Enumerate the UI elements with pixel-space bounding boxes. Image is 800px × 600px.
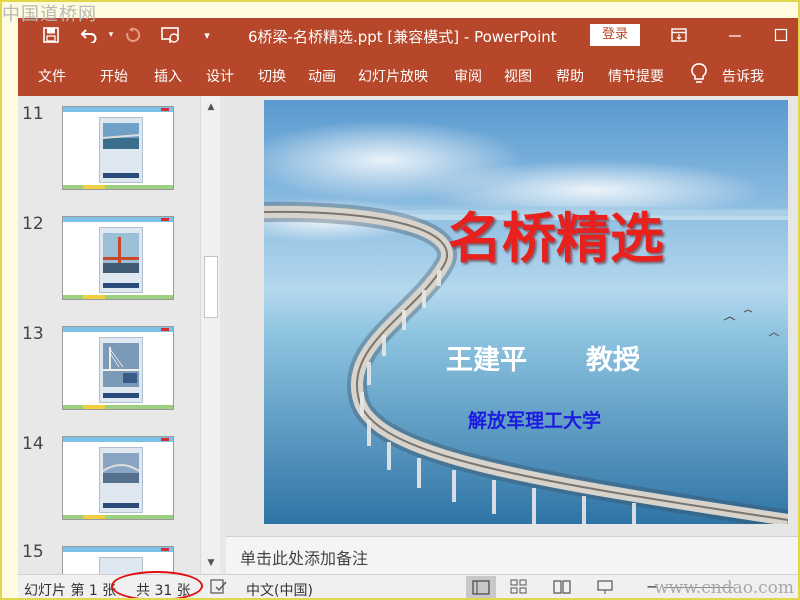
slide-school-name[interactable]: 解放军理工大学 [468,406,601,433]
slide-thumbnail-pane: 11 12 13 14 15 [18,96,226,574]
language-indicator[interactable]: 中文(中国) [246,580,313,600]
tab-home[interactable]: 开始 [100,66,128,86]
thumbnail-number: 12 [22,214,44,234]
highlight-circle [111,571,203,600]
thumbnail-bridge-photo [103,123,139,149]
tab-design[interactable]: 设计 [206,66,234,86]
tab-storyboard[interactable]: 情节提要 [608,66,664,86]
slideshow-start-icon[interactable] [160,24,182,46]
tab-view[interactable]: 视图 [504,66,532,86]
login-button[interactable]: 登录 [590,24,640,46]
slideshow-view-icon[interactable] [596,579,616,597]
slide-thumbnail[interactable] [62,326,174,410]
thumbnail-number: 15 [22,542,44,562]
tab-file[interactable]: 文件 [38,66,66,86]
thumbnail-bridge-photo [103,343,139,387]
normal-view-icon[interactable] [466,576,496,600]
lightbulb-icon[interactable] [690,62,708,86]
current-slide[interactable] [264,100,788,524]
watermark-url: www.cndao.com [654,578,794,598]
ribbon-tabs: 文件 开始 插入 设计 切换 动画 幻灯片放映 审阅 视图 帮助 情节提要 告诉… [18,54,800,96]
slide-author-name[interactable]: 王建平 [446,338,527,377]
reading-view-icon[interactable] [552,579,572,597]
notes-pane[interactable]: 单击此处添加备注 [226,536,800,574]
thumbnail-number: 11 [22,104,44,124]
watermark-logo: 中国道桥网 [2,4,97,25]
tab-help[interactable]: 帮助 [556,66,584,86]
undo-dropdown-icon[interactable]: ▾ [100,24,122,46]
minimize-icon[interactable] [724,24,746,46]
tell-me-search[interactable]: 告诉我 [722,66,764,86]
maximize-icon[interactable] [770,24,792,46]
tab-review[interactable]: 审阅 [454,66,482,86]
spellcheck-icon[interactable] [210,579,230,597]
title-bar: ▾ ▾ 6桥梁-名桥精选.ppt [兼容模式] - PowerPoint 登录 [18,18,800,54]
slide-thumbnail[interactable] [62,436,174,520]
slide-author-rank[interactable]: 教授 [586,338,640,377]
tab-animations[interactable]: 动画 [308,66,336,86]
save-icon[interactable] [40,24,62,46]
bridge-background-image [264,100,788,524]
thumbnail-number: 13 [22,324,44,344]
thumbnail-number: 14 [22,434,44,454]
slide-thumbnail[interactable] [62,106,174,190]
redo-icon[interactable] [122,24,144,46]
thumbnail-scrollbar[interactable]: ▲ ▼ [200,96,220,574]
tab-insert[interactable]: 插入 [154,66,182,86]
tab-slideshow[interactable]: 幻灯片放映 [358,66,428,86]
customize-toolbar-icon[interactable]: ▾ [196,24,218,46]
slide-sorter-icon[interactable] [510,579,530,597]
thumbnail-bridge-photo [103,233,139,273]
scroll-up-icon[interactable]: ▲ [201,98,221,116]
scroll-down-icon[interactable]: ▼ [201,554,221,572]
slide-thumbnail[interactable] [62,216,174,300]
slide-title[interactable]: 名桥精选 [448,194,664,273]
thumbnail-bridge-photo [103,453,139,483]
ribbon-display-icon[interactable] [668,24,690,46]
undo-icon[interactable] [78,24,100,46]
slide-thumbnail[interactable] [62,546,174,574]
scrollbar-thumb[interactable] [204,256,218,318]
notes-placeholder[interactable]: 单击此处添加备注 [240,545,368,569]
window-title: 6桥梁-名桥精选.ppt [兼容模式] - PowerPoint [248,28,557,46]
slide-counter[interactable]: 幻灯片 第 1 张 [24,580,116,600]
tab-transitions[interactable]: 切换 [258,66,286,86]
